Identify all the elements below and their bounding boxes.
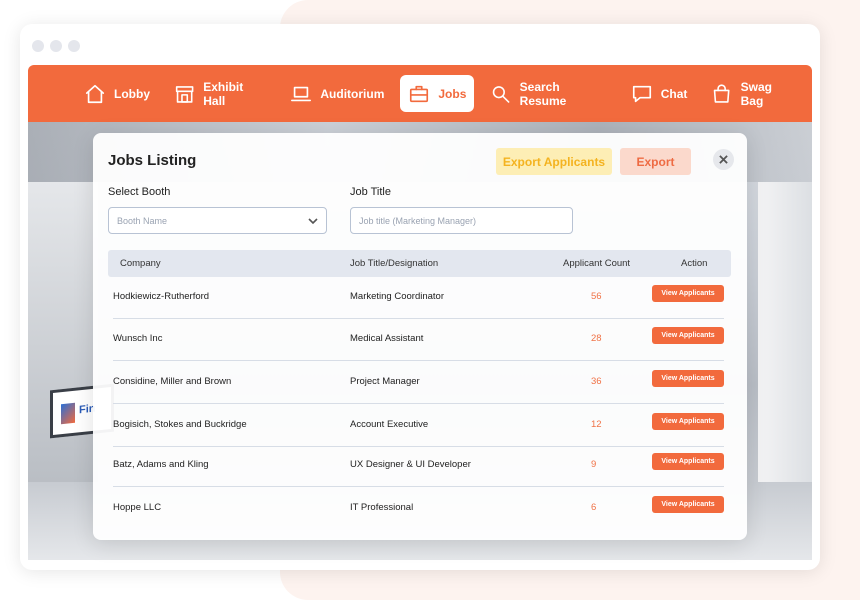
company-cell: Hoppe LLC [113,502,162,513]
laptop-icon [291,86,312,101]
window-dot [50,40,62,52]
window-dot [68,40,80,52]
booth-select[interactable]: Booth Name [108,207,327,234]
view-applicants-button[interactable]: View Applicants [652,327,724,344]
shopping-bag-icon [714,83,730,103]
applicant-count-cell: 28 [591,333,602,344]
job-title-input[interactable]: Job title (Marketing Manager) [350,207,573,234]
table-row: Hoppe LLC IT Professional 6 View Applica… [113,488,724,530]
export-applicants-button[interactable]: Export Applicants [496,148,612,175]
applicant-count-cell: 12 [591,419,602,430]
table-row: Considine, Miller and Brown Project Mana… [113,362,724,404]
modal-title: Jobs Listing [108,152,197,169]
view-applicants-button[interactable]: View Applicants [652,496,724,513]
screen-logo-icon [61,402,75,425]
job-title-cell: Medical Assistant [350,333,424,344]
nav-item-jobs[interactable]: Jobs [400,75,475,112]
nav-item-search-resume[interactable]: Search Resume [482,75,614,112]
view-applicants-button[interactable]: View Applicants [652,413,724,430]
home-icon [85,84,105,103]
chat-bubble-icon [632,85,651,102]
top-navbar: Lobby Exhibit Hall Auditorium Jobs Searc… [28,65,812,122]
company-cell: Hodkiewicz-Rutherford [113,291,210,302]
job-title-label: Job Title [350,186,391,198]
table-row: Hodkiewicz-Rutherford Marketing Coordina… [113,277,724,319]
table-header: Company Job Title/Designation Applicant … [108,250,731,277]
job-title-cell: Account Executive [350,419,429,430]
close-icon [719,155,728,164]
company-cell: Bogisich, Stokes and Buckridge [113,419,247,430]
nav-item-label: Search Resume [519,79,567,108]
column-header-action: Action [681,258,708,269]
company-cell: Batz, Adams and Kling [113,459,209,470]
table-row: Batz, Adams and Kling UX Designer & UI D… [113,445,724,487]
close-button[interactable] [713,149,734,170]
table-row: Wunsch Inc Medical Assistant 28 View App… [113,319,724,361]
nav-item-chat[interactable]: Chat [623,75,696,112]
booth-select-placeholder: Booth Name [117,215,168,226]
window-dot [32,40,44,52]
job-title-placeholder: Job title (Marketing Manager) [359,215,477,226]
nav-item-label: Jobs [438,86,467,101]
applicant-count-cell: 9 [591,459,597,470]
company-cell: Considine, Miller and Brown [113,376,232,387]
nav-item-label: Lobby [114,86,150,101]
job-title-cell: Project Manager [350,376,420,387]
chevron-down-icon [308,216,318,226]
nav-item-swag-bag[interactable]: Swag Bag [703,75,804,112]
applicant-count-cell: 6 [591,502,597,513]
storefront-icon [175,85,194,103]
search-icon [493,85,510,103]
booth-label: Select Booth [108,186,171,198]
table-row: Bogisich, Stokes and Buckridge Account E… [113,405,724,447]
job-title-cell: IT Professional [350,502,414,513]
job-title-cell: UX Designer & UI Developer [350,459,471,470]
applicant-count-cell: 36 [591,376,602,387]
nav-item-lobby[interactable]: Lobby [76,75,158,112]
view-applicants-button[interactable]: View Applicants [652,285,724,302]
column-header-company: Company [120,258,161,269]
nav-item-label: Auditorium [320,86,385,101]
export-button[interactable]: Export [620,148,691,175]
nav-item-exhibit-hall[interactable]: Exhibit Hall [166,75,274,112]
jobs-listing-modal: Jobs Listing Export Applicants Export Se… [93,133,747,540]
column-header-job-title: Job Title/Designation [350,258,439,269]
nav-item-label: Chat [660,86,688,101]
briefcase-icon [410,85,429,102]
applicant-count-cell: 56 [591,291,602,302]
nav-item-auditorium[interactable]: Auditorium [282,75,392,112]
nav-item-label: Exhibit Hall [203,79,244,108]
view-applicants-button[interactable]: View Applicants [652,453,724,470]
company-cell: Wunsch Inc [113,333,163,344]
nav-item-label: Swag Bag [740,79,772,108]
view-applicants-button[interactable]: View Applicants [652,370,724,387]
window-controls [32,40,80,52]
column-header-applicant-count: Applicant Count [563,258,631,269]
job-title-cell: Marketing Coordinator [350,291,444,302]
